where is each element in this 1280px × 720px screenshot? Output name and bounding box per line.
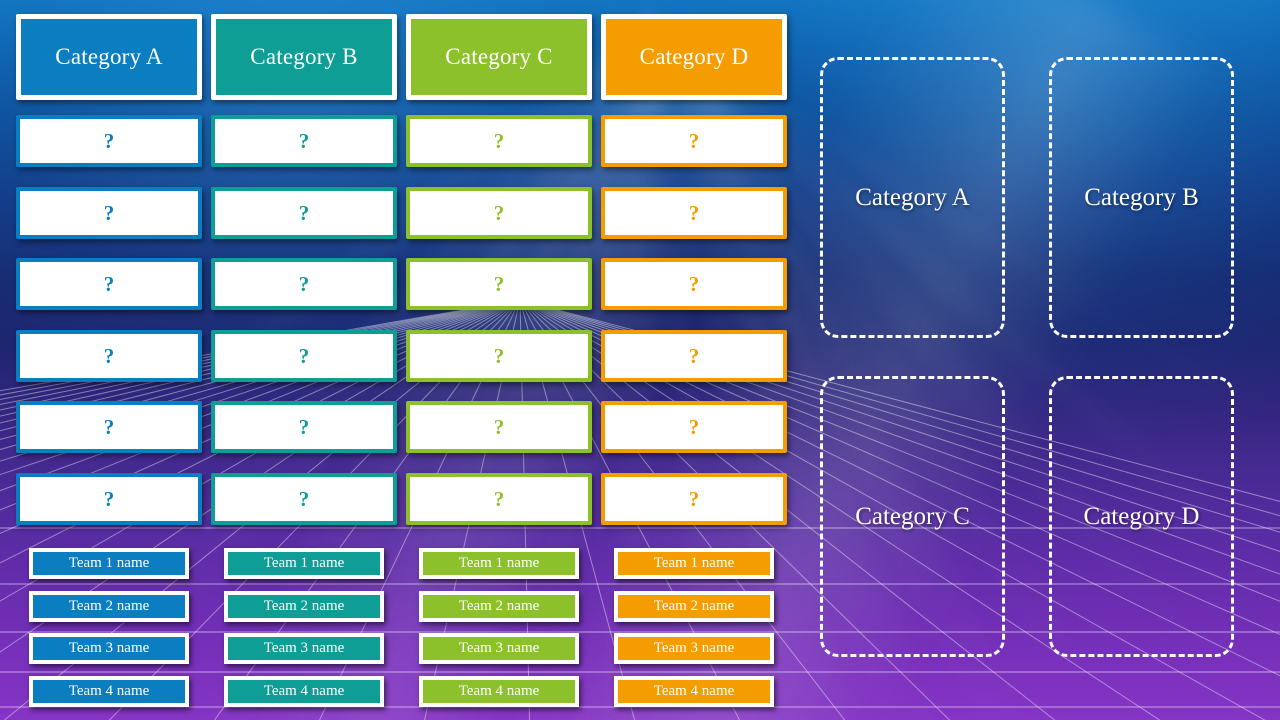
answer-cell-placeholder: ? (493, 414, 505, 439)
answer-cell[interactable]: ? (601, 258, 787, 310)
team-chip-label: Team 4 name (653, 683, 735, 699)
answer-cell-placeholder: ? (298, 200, 310, 225)
answer-cell[interactable]: ? (211, 258, 397, 310)
column-header-d[interactable]: Category D (601, 14, 787, 100)
team-chip-label: Team 4 name (263, 683, 345, 699)
answer-cell[interactable]: ? (601, 473, 787, 525)
team-chip-label: Team 3 name (458, 640, 540, 656)
answer-cell-placeholder: ? (298, 343, 310, 368)
team-chip-label: Team 3 name (263, 640, 345, 656)
team-chip[interactable]: Team 3 name (29, 633, 189, 664)
answer-cell[interactable]: ? (406, 473, 592, 525)
team-chip[interactable]: Team 4 name (29, 676, 189, 707)
answer-cell-placeholder: ? (298, 271, 310, 296)
dropzone-label: Category D (1083, 502, 1200, 530)
team-chip-label: Team 1 name (653, 555, 735, 571)
answer-cell-placeholder: ? (298, 128, 310, 153)
answer-cell-placeholder: ? (103, 343, 115, 368)
answer-cell-placeholder: ? (493, 343, 505, 368)
answer-cell-placeholder: ? (103, 486, 115, 511)
answer-cell-placeholder: ? (493, 271, 505, 296)
answer-cell-placeholder: ? (103, 271, 115, 296)
answer-cell[interactable]: ? (406, 258, 592, 310)
answer-cell-placeholder: ? (103, 200, 115, 225)
answer-cell[interactable]: ? (211, 187, 397, 239)
column-header-label: Category D (639, 44, 749, 69)
dropzone-d[interactable]: Category D (1049, 376, 1234, 657)
team-chip[interactable]: Team 2 name (224, 591, 384, 622)
team-chip[interactable]: Team 2 name (29, 591, 189, 622)
category-board: Category A?????? Team 1 name Team 2 name Te… (0, 0, 800, 720)
answer-cell-placeholder: ? (688, 343, 700, 368)
answer-cell-placeholder: ? (298, 486, 310, 511)
dropzone-b[interactable]: Category B (1049, 57, 1234, 338)
team-chip[interactable]: Team 3 name (419, 633, 579, 664)
answer-cell[interactable]: ? (16, 115, 202, 167)
team-chip[interactable]: Team 4 name (419, 676, 579, 707)
team-chip[interactable]: Team 1 name (224, 548, 384, 579)
answer-cell[interactable]: ? (406, 187, 592, 239)
team-chip-label: Team 2 name (68, 598, 150, 614)
team-chip[interactable]: Team 4 name (614, 676, 774, 707)
column-header-label: Category C (445, 44, 553, 69)
answer-cell-placeholder: ? (493, 128, 505, 153)
dropzone-label: Category B (1084, 183, 1199, 211)
column-header-a[interactable]: Category A (16, 14, 202, 100)
answer-cell[interactable]: ? (16, 330, 202, 382)
answer-cell[interactable]: ? (16, 187, 202, 239)
answer-cell-placeholder: ? (688, 128, 700, 153)
team-chip[interactable]: Team 4 name (224, 676, 384, 707)
team-chip[interactable]: Team 3 name (224, 633, 384, 664)
dropzone-label: Category A (855, 183, 970, 211)
answer-cell-placeholder: ? (103, 414, 115, 439)
team-chip-label: Team 3 name (68, 640, 150, 656)
answer-cell[interactable]: ? (16, 258, 202, 310)
team-chip-label: Team 1 name (458, 555, 540, 571)
slide-canvas: Category A?????? Team 1 name Team 2 name Te… (0, 0, 1280, 720)
answer-cell-placeholder: ? (493, 200, 505, 225)
team-chip[interactable]: Team 1 name (419, 548, 579, 579)
answer-cell-placeholder: ? (688, 271, 700, 296)
answer-cell[interactable]: ? (601, 115, 787, 167)
team-chip-label: Team 2 name (458, 598, 540, 614)
column-header-label: Category A (55, 44, 163, 69)
answer-cell[interactable]: ? (211, 330, 397, 382)
answer-cell-placeholder: ? (103, 128, 115, 153)
answer-cell[interactable]: ? (601, 401, 787, 453)
answer-cell-placeholder: ? (688, 200, 700, 225)
answer-cell-placeholder: ? (688, 486, 700, 511)
team-chip-label: Team 3 name (653, 640, 735, 656)
column-header-b[interactable]: Category B (211, 14, 397, 100)
dropzone-label: Category C (855, 502, 970, 530)
column-header-c[interactable]: Category C (406, 14, 592, 100)
answer-cell-placeholder: ? (493, 486, 505, 511)
answer-cell[interactable]: ? (406, 330, 592, 382)
team-chip-label: Team 4 name (68, 683, 150, 699)
answer-cell-placeholder: ? (298, 414, 310, 439)
answer-cell[interactable]: ? (211, 115, 397, 167)
team-chip[interactable]: Team 2 name (614, 591, 774, 622)
answer-cell-placeholder: ? (688, 414, 700, 439)
team-chip[interactable]: Team 1 name (614, 548, 774, 579)
answer-cell[interactable]: ? (211, 401, 397, 453)
team-chip-label: Team 1 name (68, 555, 150, 571)
team-chip-label: Team 4 name (458, 683, 540, 699)
dropzone-c[interactable]: Category C (820, 376, 1005, 657)
dropzone-a[interactable]: Category A (820, 57, 1005, 338)
team-chip[interactable]: Team 2 name (419, 591, 579, 622)
answer-cell[interactable]: ? (211, 473, 397, 525)
team-chip-label: Team 2 name (653, 598, 735, 614)
answer-cell[interactable]: ? (601, 330, 787, 382)
team-chip[interactable]: Team 3 name (614, 633, 774, 664)
answer-cell[interactable]: ? (16, 473, 202, 525)
answer-cell[interactable]: ? (406, 401, 592, 453)
column-header-label: Category B (250, 44, 358, 69)
answer-cell[interactable]: ? (601, 187, 787, 239)
answer-cell[interactable]: ? (16, 401, 202, 453)
answer-cell[interactable]: ? (406, 115, 592, 167)
team-chip-label: Team 1 name (263, 555, 345, 571)
team-chip-label: Team 2 name (263, 598, 345, 614)
team-chip[interactable]: Team 1 name (29, 548, 189, 579)
